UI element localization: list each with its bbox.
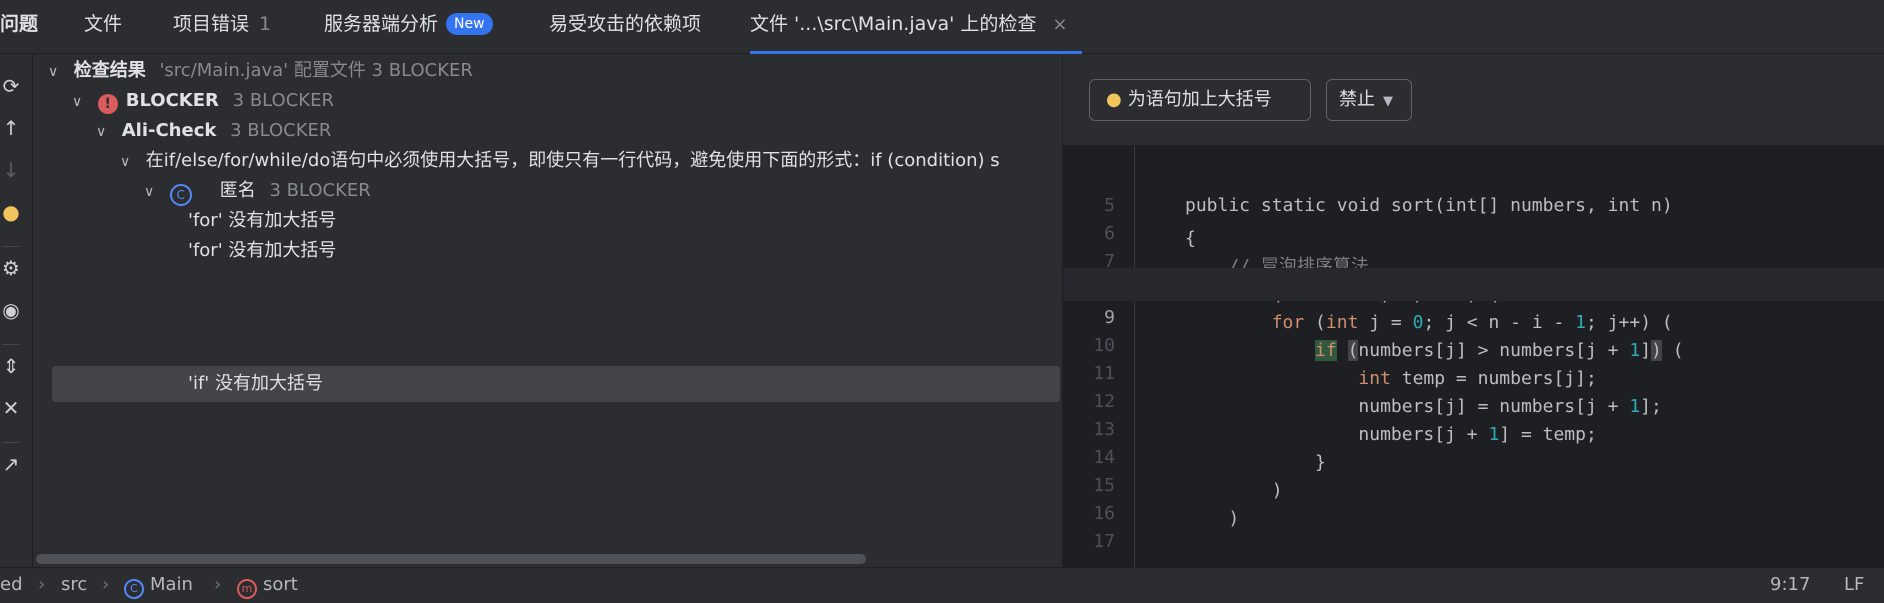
chevron-down-icon[interactable]: ∨	[96, 115, 116, 149]
tree-leaf-problem-selected[interactable]: 'if' 没有加大括号	[188, 367, 323, 401]
chevron-down-icon[interactable]: ∨	[120, 145, 140, 179]
tab-label: 文件	[84, 13, 123, 35]
caret-position[interactable]: 9:17	[1770, 568, 1810, 602]
horizontal-scrollbar[interactable]	[36, 554, 866, 564]
tree-node-anonymous[interactable]: ∨ C 匿名 3 BLOCKER	[144, 174, 371, 208]
expand-all-icon[interactable]: ⇕	[0, 354, 22, 378]
toolbar-separator	[2, 246, 20, 247]
tree-node-rule[interactable]: ∨ 在if/else/for/while/do语句中必须使用大括号，即使只有一行…	[120, 144, 1000, 178]
tab-label: 服务器端分析	[324, 13, 439, 35]
lightbulb-icon: ●	[1106, 89, 1122, 110]
breadcrumb-item-main[interactable]: C Main	[124, 568, 193, 602]
rerun-icon[interactable]: ⟳	[0, 74, 22, 98]
chevron-right-icon: ›	[102, 574, 110, 595]
code-line: 17	[1063, 492, 1884, 552]
lightbulb-icon[interactable]: ●	[0, 200, 22, 224]
error-icon: !	[97, 94, 118, 114]
status-bar: ed › src › C Main › m sort 9:17 LF	[0, 567, 1884, 603]
arrow-down-icon[interactable]: ↓	[0, 158, 22, 182]
chevron-down-icon[interactable]: ∨	[144, 175, 164, 209]
tab-inspection-main-java[interactable]: 文件 '...\src\Main.java' 上的检查 ×	[750, 0, 1082, 54]
button-label: 禁止	[1339, 89, 1375, 110]
line-ending-label: LF	[1844, 574, 1865, 595]
new-badge: New	[446, 13, 493, 35]
inspection-results-tree: ∨ 检查结果 'src/Main.java' 配置文件 3 BLOCKER ∨ …	[34, 54, 1062, 567]
node-count: 3 BLOCKER	[230, 120, 332, 141]
eye-icon[interactable]: ◉	[0, 298, 22, 322]
breadcrumb-item-src[interactable]: src	[61, 568, 87, 602]
tab-problems[interactable]: 问题	[0, 0, 38, 54]
position-label: 9:17	[1770, 574, 1811, 595]
breadcrumb-label: src	[61, 574, 88, 595]
tab-vulnerable-dependencies[interactable]: 易受攻击的依赖项	[549, 0, 701, 54]
button-label: 为语句加上大括号	[1127, 89, 1272, 110]
breadcrumb-label: sort	[263, 574, 298, 595]
tab-project-errors[interactable]: 项目错误 1	[173, 0, 271, 54]
gear-icon[interactable]: ⚙	[0, 256, 22, 280]
node-label: 检查结果	[73, 60, 146, 81]
suppress-dropdown[interactable]: 禁止 ▼	[1326, 79, 1412, 121]
problem-detail-pane: ● 为语句加上大括号 禁止 ▼ public static void sort(in…	[1063, 54, 1884, 567]
export-icon[interactable]: ↗	[0, 452, 22, 476]
chevron-down-icon[interactable]: ∨	[72, 85, 92, 119]
left-toolbar: ⟳ ↑ ↓ ● ⚙ ◉ ⇕ ✕ ↗	[0, 54, 33, 567]
breadcrumb-item[interactable]: ed	[0, 568, 23, 602]
anonymous-class-icon: C	[169, 184, 192, 206]
class-icon: C	[124, 579, 144, 599]
tree-leaf-problem[interactable]: 'for' 没有加大括号	[188, 204, 336, 238]
chevron-down-icon[interactable]: ∨	[48, 55, 68, 89]
node-label: 在if/else/for/while/do语句中必须使用大括号，即使只有一行代码…	[145, 150, 1000, 171]
tree-node-alicheck[interactable]: ∨ Ali-Check 3 BLOCKER	[96, 114, 331, 148]
close-icon[interactable]: ×	[1052, 14, 1067, 35]
tree-node-root[interactable]: ∨ 检查结果 'src/Main.java' 配置文件 3 BLOCKER	[48, 54, 473, 88]
tab-label: 项目错误	[173, 13, 250, 35]
line-ending[interactable]: LF	[1844, 568, 1864, 602]
code-line: public static void sort(int[] numbers, i…	[1063, 123, 1884, 216]
tree-node-blocker[interactable]: ∨ ! BLOCKER 3 BLOCKER	[72, 84, 334, 118]
add-braces-button[interactable]: ● 为语句加上大括号	[1089, 79, 1311, 121]
node-label: Ali-Check	[121, 120, 217, 141]
tree-leaf-problem[interactable]: 'for' 没有加大括号	[188, 234, 336, 268]
node-count: 3 BLOCKER	[269, 180, 371, 201]
tab-label: 易受攻击的依赖项	[549, 13, 702, 35]
method-icon: m	[237, 579, 257, 599]
breadcrumb-label: Main	[150, 574, 193, 595]
tab-file[interactable]: 文件	[84, 0, 122, 54]
node-label: BLOCKER	[125, 90, 219, 111]
tool-window-tab-bar: 问题 文件 项目错误 1 服务器端分析 New 易受攻击的依赖项 文件 '...\s…	[0, 0, 1884, 54]
collapse-all-icon[interactable]: ✕	[0, 396, 22, 420]
problem-label: 'if' 没有加大括号	[188, 373, 323, 394]
problem-label: 'for' 没有加大括号	[188, 240, 337, 261]
tab-server-analysis[interactable]: 服务器端分析 New	[324, 0, 493, 54]
tab-count: 1	[259, 13, 272, 35]
breadcrumb-item-sort[interactable]: m sort	[237, 568, 298, 602]
tab-label: 文件 '...\src\Main.java' 上的检查	[750, 13, 1037, 35]
node-detail: 'src/Main.java' 配置文件 3 BLOCKER	[159, 60, 473, 81]
line-number: 17	[1093, 531, 1115, 552]
arrow-up-icon[interactable]: ↑	[0, 116, 22, 140]
toolbar-separator	[2, 344, 20, 345]
tab-label: 问题	[0, 13, 39, 35]
chevron-right-icon: ›	[214, 574, 222, 595]
code-preview[interactable]: public static void sort(int[] numbers, i…	[1063, 146, 1884, 567]
problem-label: 'for' 没有加大括号	[188, 210, 337, 231]
caret-down-icon: ▼	[1383, 94, 1393, 109]
node-count: 3 BLOCKER	[232, 90, 334, 111]
node-label: 匿名	[219, 180, 256, 201]
toolbar-separator	[2, 442, 20, 443]
breadcrumb-label: ed	[0, 574, 23, 595]
chevron-right-icon: ›	[38, 574, 46, 595]
